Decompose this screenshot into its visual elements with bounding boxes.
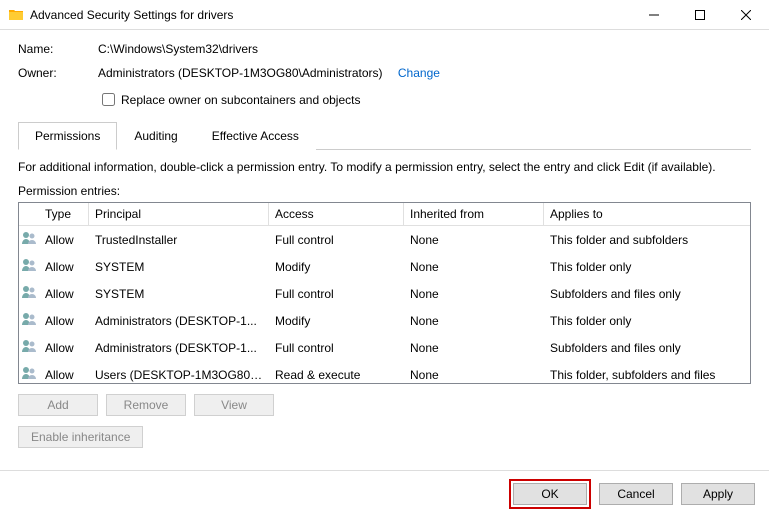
cell-principal: SYSTEM <box>89 258 269 276</box>
cell-applies: This folder and subfolders <box>544 231 750 249</box>
principal-icon <box>19 361 39 384</box>
cell-access: Full control <box>269 339 404 357</box>
tab-strip: Permissions Auditing Effective Access <box>18 121 751 150</box>
principal-icon <box>19 253 39 280</box>
principal-icon <box>19 334 39 361</box>
cell-access: Read & execute <box>269 366 404 384</box>
change-owner-link[interactable]: Change <box>398 66 440 80</box>
cell-principal: TrustedInstaller <box>89 231 269 249</box>
apply-button[interactable]: Apply <box>681 483 755 505</box>
remove-button[interactable]: Remove <box>106 394 186 416</box>
cell-applies: This folder only <box>544 258 750 276</box>
table-row[interactable]: AllowAdministrators (DESKTOP-1...ModifyN… <box>19 307 750 334</box>
cell-access: Full control <box>269 285 404 303</box>
cell-inherited: None <box>404 366 544 384</box>
tab-effective-access[interactable]: Effective Access <box>195 122 316 150</box>
cell-inherited: None <box>404 339 544 357</box>
name-value: C:\Windows\System32\drivers <box>98 42 751 56</box>
cell-type: Allow <box>39 366 89 384</box>
principal-icon <box>19 280 39 307</box>
list-header: Type Principal Access Inherited from App… <box>19 203 750 226</box>
table-row[interactable]: AllowUsers (DESKTOP-1M3OG80\U...Read & e… <box>19 361 750 384</box>
col-type[interactable]: Type <box>39 203 89 225</box>
info-text: For additional information, double-click… <box>18 160 751 174</box>
replace-owner-label: Replace owner on subcontainers and objec… <box>121 93 360 107</box>
close-button[interactable] <box>723 0 769 30</box>
window-title: Advanced Security Settings for drivers <box>30 8 631 22</box>
cell-type: Allow <box>39 312 89 330</box>
cell-inherited: None <box>404 231 544 249</box>
replace-owner-checkbox[interactable] <box>102 93 115 106</box>
table-row[interactable]: AllowTrustedInstallerFull controlNoneThi… <box>19 226 750 253</box>
cell-access: Full control <box>269 231 404 249</box>
cancel-button[interactable]: Cancel <box>599 483 673 505</box>
owner-value: Administrators (DESKTOP-1M3OG80\Administ… <box>98 66 383 80</box>
cell-applies: This folder only <box>544 312 750 330</box>
cell-principal: SYSTEM <box>89 285 269 303</box>
col-principal[interactable]: Principal <box>89 203 269 225</box>
name-label: Name: <box>18 42 98 56</box>
minimize-button[interactable] <box>631 0 677 30</box>
tab-permissions[interactable]: Permissions <box>18 122 117 150</box>
cell-principal: Administrators (DESKTOP-1... <box>89 339 269 357</box>
cell-type: Allow <box>39 231 89 249</box>
principal-icon <box>19 226 39 253</box>
cell-inherited: None <box>404 285 544 303</box>
tab-auditing[interactable]: Auditing <box>117 122 194 150</box>
col-inherited[interactable]: Inherited from <box>404 203 544 225</box>
enable-inheritance-button[interactable]: Enable inheritance <box>18 426 143 448</box>
cell-type: Allow <box>39 285 89 303</box>
table-row[interactable]: AllowSYSTEMModifyNoneThis folder only <box>19 253 750 280</box>
cell-inherited: None <box>404 312 544 330</box>
add-button[interactable]: Add <box>18 394 98 416</box>
entries-label: Permission entries: <box>18 184 751 198</box>
cell-access: Modify <box>269 258 404 276</box>
col-applies[interactable]: Applies to <box>544 203 750 225</box>
ok-button[interactable]: OK <box>513 483 587 505</box>
titlebar: Advanced Security Settings for drivers <box>0 0 769 30</box>
table-row[interactable]: AllowSYSTEMFull controlNoneSubfolders an… <box>19 280 750 307</box>
cell-applies: This folder, subfolders and files <box>544 366 750 384</box>
permission-entries-list[interactable]: Type Principal Access Inherited from App… <box>18 202 751 384</box>
view-button[interactable]: View <box>194 394 274 416</box>
cell-access: Modify <box>269 312 404 330</box>
cell-type: Allow <box>39 258 89 276</box>
cell-applies: Subfolders and files only <box>544 285 750 303</box>
principal-icon <box>19 307 39 334</box>
maximize-button[interactable] <box>677 0 723 30</box>
col-access[interactable]: Access <box>269 203 404 225</box>
cell-principal: Administrators (DESKTOP-1... <box>89 312 269 330</box>
owner-label: Owner: <box>18 66 98 80</box>
cell-principal: Users (DESKTOP-1M3OG80\U... <box>89 366 269 384</box>
folder-security-icon <box>8 7 24 23</box>
table-row[interactable]: AllowAdministrators (DESKTOP-1...Full co… <box>19 334 750 361</box>
cell-inherited: None <box>404 258 544 276</box>
cell-type: Allow <box>39 339 89 357</box>
cell-applies: Subfolders and files only <box>544 339 750 357</box>
dialog-footer: OK Cancel Apply <box>0 470 769 517</box>
